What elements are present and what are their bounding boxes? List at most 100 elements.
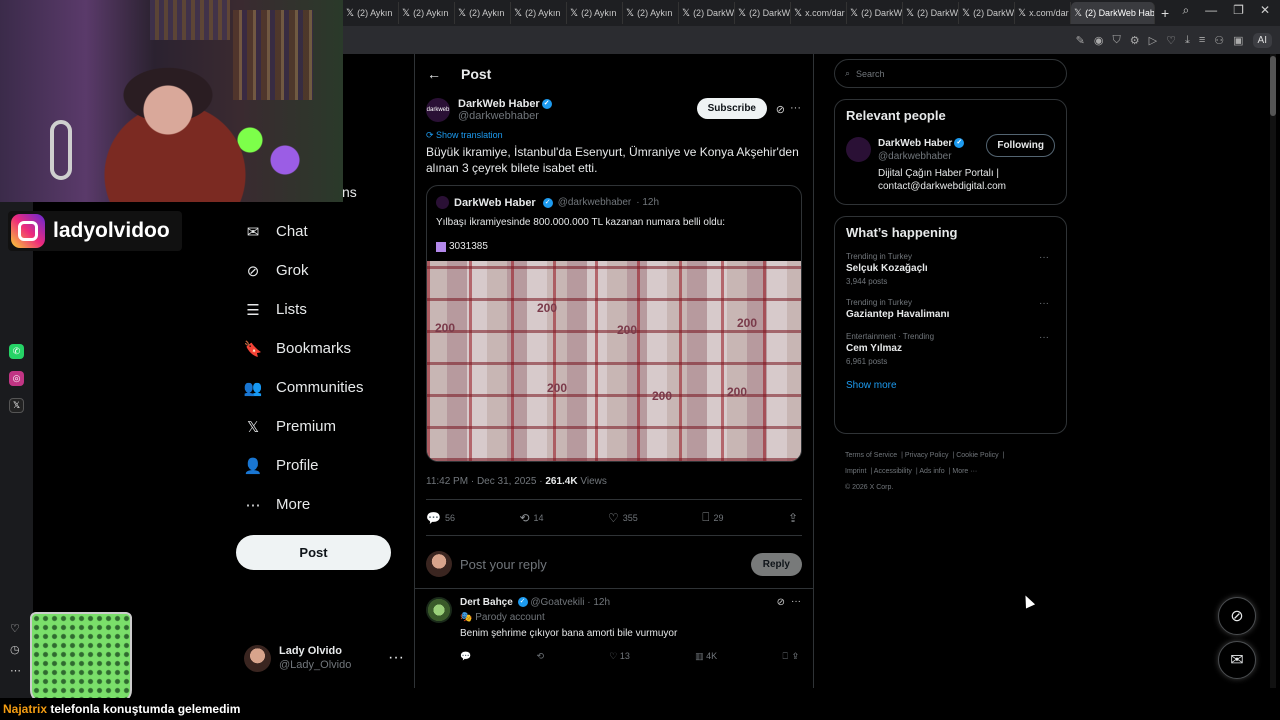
heart-icon[interactable]: ♡: [10, 622, 20, 635]
like-action[interactable]: ♡ 13: [609, 651, 630, 662]
whatsapp-icon[interactable]: ✆: [9, 344, 24, 359]
imprint-link[interactable]: Imprint: [845, 468, 866, 475]
repost-icon[interactable]: ⟲: [536, 651, 544, 662]
messages-fab-icon[interactable]: ✉: [1218, 641, 1256, 679]
terms-link[interactable]: Terms of Service: [845, 452, 897, 459]
edit-icon[interactable]: ✎: [1076, 34, 1085, 47]
browser-tab[interactable]: 𝕏x.com/dar: [1015, 2, 1071, 24]
trend-item[interactable]: Trending in Turkey Gaziantep Havalimanı ··…: [846, 298, 1055, 320]
bookmark-icon: ⎕: [702, 510, 710, 524]
banknote-value-label: 200: [617, 323, 638, 337]
window-controls: ⌕ — ❐ ✕: [1182, 3, 1270, 18]
browser-tab[interactable]: 𝕏 (2) DarkW: [679, 2, 735, 24]
browser-side-rail: ✆ ◎ 𝕏 ♡ ◷ ⋯: [0, 200, 33, 720]
reply-icon[interactable]: 💬: [460, 651, 471, 662]
close-icon[interactable]: ✕: [1260, 3, 1270, 18]
ads-info-link[interactable]: Ads info: [919, 468, 944, 475]
back-arrow-icon[interactable]: ←: [427, 66, 441, 82]
nav-item-bookmarks[interactable]: 🔖 Bookmarks: [236, 329, 406, 368]
search-icon[interactable]: ⌕: [1182, 3, 1189, 18]
heart-icon[interactable]: ♡: [1166, 34, 1176, 47]
like-action[interactable]: ♡ 355: [608, 511, 638, 525]
browser-tab[interactable]: 𝕏 (2) DarkW: [903, 2, 959, 24]
show-more-link[interactable]: Show more: [846, 380, 1055, 391]
browser-tab[interactable]: 𝕏 (2) Aykın: [623, 2, 679, 24]
reply-post[interactable]: Dert Bahçe ✓ @Goatvekili · 12h 🎭 Parody …: [415, 589, 813, 670]
quoted-post[interactable]: DarkWeb Haber ✓ @darkwebhaber · 12h Yılb…: [426, 185, 802, 462]
browser-tab[interactable]: 𝕏x.com/dar: [791, 2, 847, 24]
reply-action[interactable]: 💬 56: [426, 511, 455, 525]
x-icon: 𝕏: [906, 7, 915, 19]
parody-badge: 🎭 Parody account: [460, 612, 545, 623]
browser-tab[interactable]: 𝕏 (2) DarkW: [735, 2, 791, 24]
more-link[interactable]: More ···: [952, 468, 977, 475]
nav-item-premium[interactable]: 𝕏 Premium: [236, 407, 406, 446]
grok-icon[interactable]: ⊘: [777, 597, 785, 608]
scrollbar[interactable]: [1270, 54, 1276, 688]
more-icon[interactable]: ···: [790, 102, 801, 114]
box-icon[interactable]: ▣: [1233, 34, 1243, 47]
nav-item-lists[interactable]: ☰ Lists: [236, 290, 406, 329]
nav-item-chat[interactable]: ✉ Chat: [236, 212, 406, 251]
ai-button[interactable]: AI: [1252, 32, 1272, 48]
post-button[interactable]: Post: [236, 535, 391, 570]
post-timestamp[interactable]: 11:42 PM · Dec 31, 2025 ·: [426, 476, 545, 487]
bookmark-share[interactable]: ⎕ ⇪: [782, 651, 798, 662]
nav-item-communities[interactable]: 👥 Communities: [236, 368, 406, 407]
grok-icon[interactable]: ⊘: [776, 103, 785, 116]
browser-tab[interactable]: 𝕏 (2) Aykın: [511, 2, 567, 24]
browser-tab[interactable]: 𝕏 (2) Aykın: [567, 2, 623, 24]
relevant-person[interactable]: DarkWeb Haber ✓ @darkwebhaber Following: [846, 134, 1055, 163]
reply-input[interactable]: Post your reply: [460, 557, 743, 572]
subscribe-button[interactable]: Subscribe: [696, 98, 767, 119]
more-icon[interactable]: ···: [1039, 252, 1049, 263]
privacy-link[interactable]: Privacy Policy: [905, 452, 949, 459]
play-icon[interactable]: ▷: [1149, 34, 1157, 47]
maximize-icon[interactable]: ❐: [1233, 3, 1244, 18]
following-button[interactable]: Following: [986, 134, 1055, 157]
account-switcher[interactable]: Lady Olvido @Lady_Olvido ···: [244, 644, 404, 672]
nav-item-more[interactable]: ⋯ More: [236, 485, 406, 524]
views-action[interactable]: ▥ 4K: [695, 651, 717, 662]
browser-tab[interactable]: 𝕏 (2) Aykın: [399, 2, 455, 24]
quote-avatar: [436, 196, 449, 209]
download-icon[interactable]: ⤓: [1185, 34, 1190, 47]
menu-icon[interactable]: ≡: [1199, 34, 1205, 46]
browser-tab[interactable]: 𝕏 (2) Aykın: [455, 2, 511, 24]
more-icon[interactable]: ···: [791, 596, 801, 607]
nav-item-profile[interactable]: 👤 Profile: [236, 446, 406, 485]
search-box[interactable]: ⌕: [834, 59, 1067, 88]
trend-item[interactable]: Entertainment · Trending Cem Yılmaz 6,961 …: [846, 332, 1055, 366]
search-input[interactable]: [856, 68, 1037, 79]
profile-icon[interactable]: ⚇: [1214, 34, 1224, 47]
grok-fab-icon[interactable]: ⊘: [1218, 597, 1256, 635]
more-icon[interactable]: ⋯: [10, 664, 21, 677]
more-icon[interactable]: ···: [1039, 298, 1049, 309]
more-icon[interactable]: ···: [1039, 332, 1049, 343]
browser-toolbar: ✎ ◉ ⛉ ⚙ ▷ ♡ ⤓ ≡ ⚇ ▣ AI: [343, 26, 1280, 54]
minimize-icon[interactable]: —: [1205, 3, 1217, 18]
show-translation-link[interactable]: ⟳ Show translation: [426, 130, 802, 141]
banknotes-image[interactable]: 200 200 200 200 200 200 200: [427, 261, 801, 461]
trend-item[interactable]: Trending in Turkey Selçuk Kozağaçlı 3,944 …: [846, 252, 1055, 286]
shield-icon[interactable]: ⛉: [1113, 34, 1121, 47]
browser-tab[interactable]: 𝕏 (2) DarkW: [847, 2, 903, 24]
cookie-link[interactable]: Cookie Policy: [956, 452, 998, 459]
camera-icon[interactable]: ◉: [1094, 34, 1104, 47]
extension-icon[interactable]: ⚙: [1130, 34, 1140, 47]
nav-item-grok[interactable]: ⊘ Grok: [236, 251, 406, 290]
new-tab-button[interactable]: +: [1161, 5, 1169, 21]
reply-button[interactable]: Reply: [750, 552, 802, 576]
bookmark-action[interactable]: ⎕ 29: [702, 510, 723, 525]
x-icon[interactable]: 𝕏: [9, 398, 24, 413]
browser-tab[interactable]: 𝕏 (2) DarkW: [959, 2, 1015, 24]
instagram-icon[interactable]: ◎: [9, 371, 24, 386]
share-action[interactable]: ⇪: [788, 511, 798, 525]
browser-tab[interactable]: 𝕏 (2) Aykın: [343, 2, 399, 24]
more-icon[interactable]: ···: [388, 649, 404, 667]
repost-action[interactable]: ⟲ 14: [519, 511, 543, 525]
page-title: Post: [461, 66, 492, 82]
clock-icon[interactable]: ◷: [10, 643, 20, 656]
accessibility-link[interactable]: Accessibility: [874, 468, 912, 475]
active-tab[interactable]: 𝕏 (2) DarkWeb Hab: [1071, 2, 1155, 24]
